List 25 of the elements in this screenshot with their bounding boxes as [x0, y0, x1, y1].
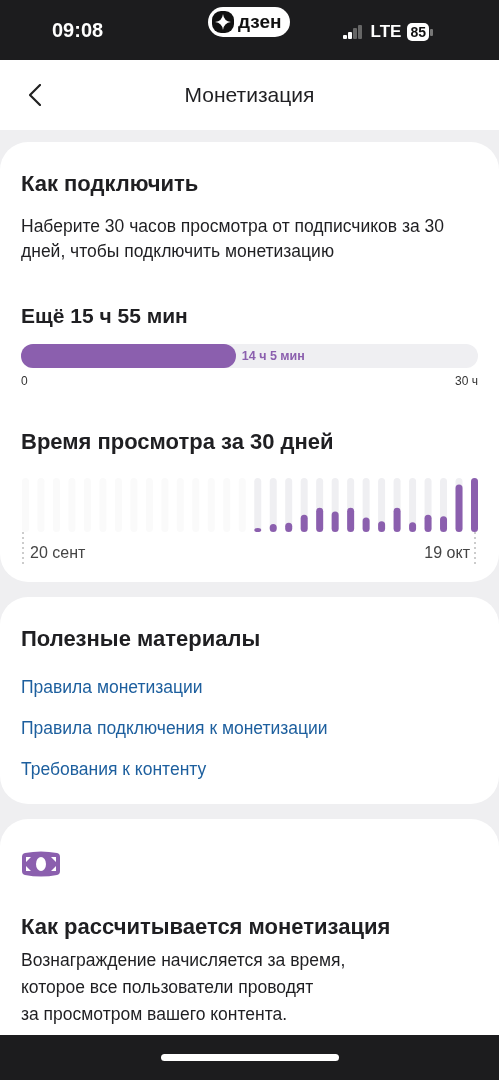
chart-title: Время просмотра за 30 дней: [21, 428, 335, 456]
material-link[interactable]: Правила подключения к монетизации: [21, 716, 328, 741]
network-type: LTE: [370, 22, 402, 42]
axis-label: 20 сент: [30, 544, 86, 562]
section-title: Как рассчитывается монетизация: [21, 913, 392, 941]
clock-time: 09:08: [52, 19, 104, 42]
material-link[interactable]: Правила монетизации: [21, 675, 203, 700]
section-title: Полезные материалы: [21, 625, 262, 653]
scale-end: 30 ч: [455, 374, 478, 388]
star-logo-icon: [212, 11, 234, 33]
material-link[interactable]: Требования к контенту: [21, 757, 207, 782]
axis-label: 19 окт: [424, 544, 470, 562]
app-badge: дзен: [208, 7, 290, 37]
back-icon: [29, 84, 41, 106]
progress-value: 14 ч 5 мин: [241, 349, 305, 363]
remaining-time: Ещё 15 ч 55 мин: [21, 303, 189, 329]
description-text: Наберите 30 часов просмотра от подписчиков за 30 дней, чтобы подключить монетизацию: [21, 215, 446, 263]
battery-level: 85: [407, 23, 429, 41]
signal-icon: [342, 25, 365, 39]
page-title: Монетизация: [184, 83, 315, 107]
battery-tip-icon: [430, 28, 433, 36]
money-icon: [21, 851, 61, 877]
section-title: Как подключить: [21, 170, 200, 198]
info-text: Вознаграждение начисляется за время, которое все пользователи проводят за просмотром вашего контента.: [21, 949, 347, 1026]
scale-start: 0: [21, 374, 28, 388]
